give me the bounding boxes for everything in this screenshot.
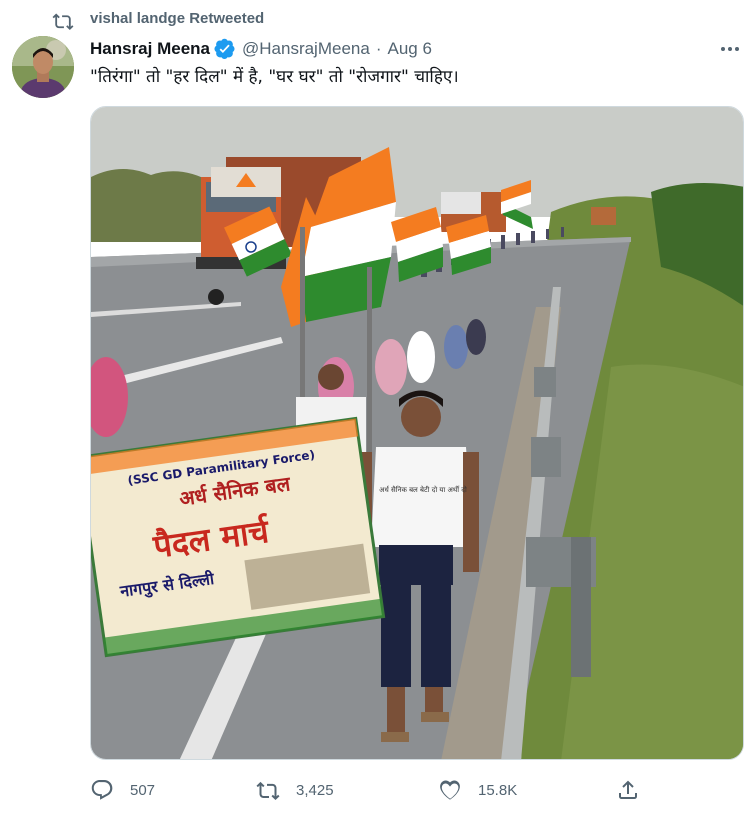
share-icon (619, 780, 637, 799)
tweet-date[interactable]: Aug 6 (388, 39, 432, 59)
tweet-text: "तिरंगा" तो "हर दिल" में है, "घर घर" तो … (90, 67, 459, 87)
retweet-icon (52, 13, 74, 30)
retweet-count: 3,425 (296, 781, 334, 799)
share-button[interactable] (616, 772, 656, 808)
author-name[interactable]: Hansraj Meena (90, 39, 210, 59)
separator-dot: · (375, 39, 382, 58)
verified-badge-icon (214, 38, 235, 59)
tweet-photo[interactable]: (SSC GD Paramilitary Force) अर्ध सैनिक ब… (90, 106, 744, 760)
reply-count: 507 (130, 781, 156, 799)
like-button[interactable]: 15.8K (438, 772, 517, 808)
tweet-actions: 507 3,425 15.8K (90, 772, 664, 808)
more-options-icon[interactable] (718, 38, 742, 60)
march-photo: (SSC GD Paramilitary Force) अर्ध सैनिक ब… (91, 107, 743, 759)
author-handle[interactable]: @HansrajMeena (242, 39, 370, 59)
like-count: 15.8K (478, 781, 518, 799)
retweet-icon (256, 781, 280, 800)
retweet-label[interactable]: vishal landge Retweeted (90, 10, 264, 27)
retweet-context: vishal landge Retweeted (52, 10, 264, 30)
reply-icon (91, 780, 113, 800)
heart-icon (440, 780, 460, 800)
retweet-button[interactable]: 3,425 (256, 772, 334, 808)
tweet-header: Hansraj Meena @HansrajMeena · Aug 6 (90, 36, 742, 62)
avatar-photo (12, 36, 74, 98)
avatar[interactable] (12, 36, 74, 98)
reply-button[interactable]: 507 (90, 772, 155, 808)
shirt-text: अर्ध सैनिक बल बेटी दो या अर्थी दो (379, 485, 467, 494)
